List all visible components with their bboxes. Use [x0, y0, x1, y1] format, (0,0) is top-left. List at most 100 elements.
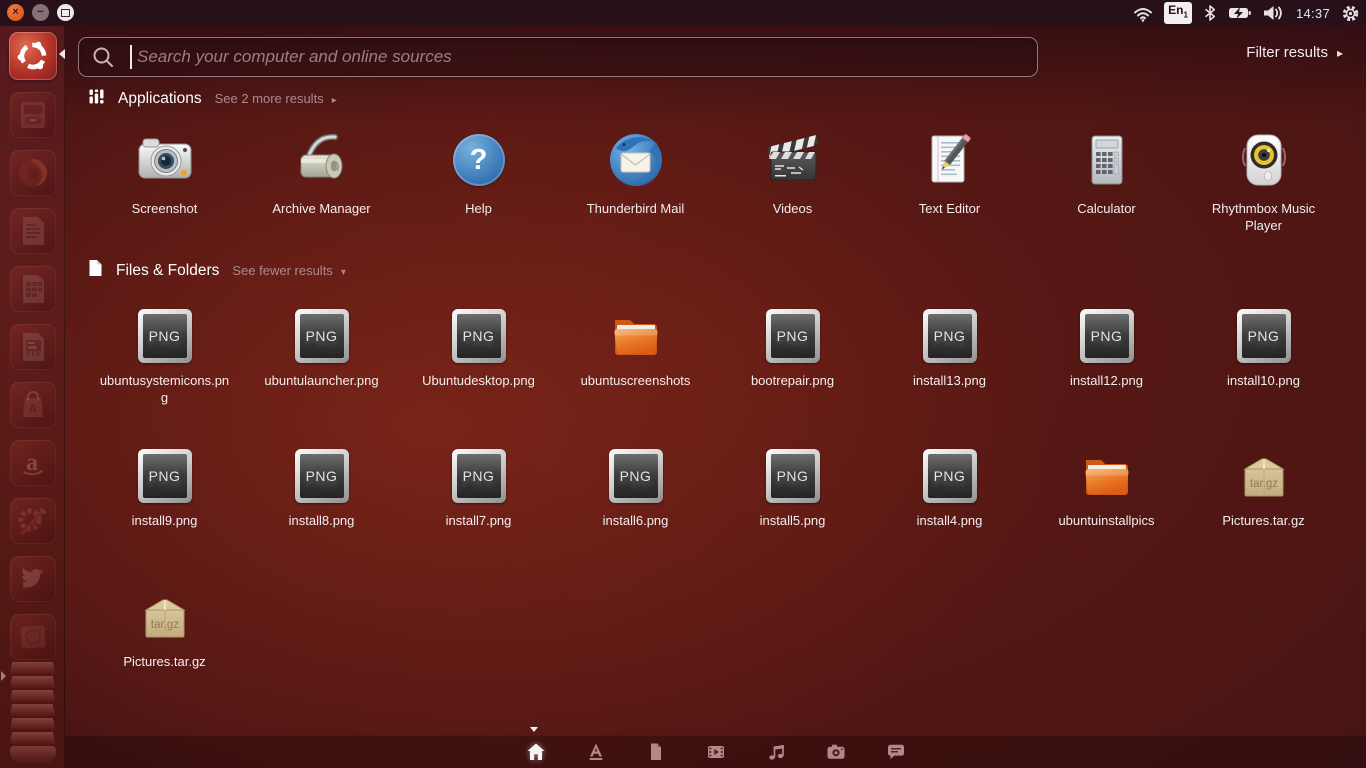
app-result-rhythmbox[interactable]: Rhythmbox Music Player	[1185, 128, 1342, 235]
file-result[interactable]: PNG install12.png	[1028, 308, 1185, 407]
file-result[interactable]: PNG install5.png	[714, 448, 871, 530]
files-expander[interactable]: See fewer results ▾	[232, 263, 345, 278]
result-label: ubuntuscreenshots	[580, 373, 691, 388]
maximize-button[interactable]	[57, 4, 74, 21]
result-label: Text Editor	[918, 201, 981, 216]
ubuntu-dash-button[interactable]	[8, 32, 57, 80]
png-file-icon: PNG	[137, 308, 193, 364]
folder-result[interactable]: ubuntuinstallpics	[1028, 448, 1185, 530]
folder-result[interactable]: ubuntuscreenshots	[557, 308, 714, 407]
launcher-item-amazon[interactable]: a	[9, 440, 56, 486]
filter-results-button[interactable]: Filter results ▸	[1246, 44, 1343, 61]
collapsed-item	[9, 732, 56, 744]
file-result[interactable]: PNG install4.png	[871, 448, 1028, 530]
document-icon	[650, 743, 661, 760]
svg-text:a: a	[26, 450, 38, 476]
unity-launcher: A a	[0, 26, 65, 768]
png-file-icon: PNG	[294, 448, 350, 504]
launcher-collapsed-items[interactable]	[0, 660, 65, 768]
clock[interactable]: 14:37	[1296, 6, 1330, 21]
app-result-archive-manager[interactable]: Archive Manager	[243, 128, 400, 235]
png-badge: PNG	[619, 468, 652, 484]
firefox-icon	[18, 159, 47, 187]
videos-lens-button[interactable]	[705, 741, 727, 763]
result-label: Videos	[772, 201, 813, 216]
launcher-item-files[interactable]	[9, 92, 56, 138]
file-result[interactable]: PNG install13.png	[871, 308, 1028, 407]
applications-section-title: Applications	[118, 90, 202, 107]
app-result-thunderbird[interactable]: Thunderbird Mail	[557, 128, 714, 235]
result-label: Thunderbird Mail	[586, 201, 685, 216]
file-result[interactable]: PNG bootrepair.png	[714, 308, 871, 407]
settings-gear-wrench-icon	[18, 508, 46, 535]
file-result[interactable]: PNG install7.png	[400, 448, 557, 530]
app-result-calculator[interactable]: Calculator	[1028, 128, 1185, 235]
app-result-videos[interactable]: Videos	[714, 128, 871, 235]
launcher-item-sticky-notes[interactable]	[9, 614, 56, 660]
png-file-icon: PNG	[608, 448, 664, 504]
png-badge: PNG	[1247, 328, 1280, 344]
collapsed-item	[9, 676, 56, 688]
png-badge: PNG	[462, 468, 495, 484]
result-label: install7.png	[445, 513, 512, 528]
dash-overlay: Filter results ▸ Applications See 2 more…	[59, 26, 1366, 768]
png-file-icon: PNG	[765, 308, 821, 364]
software-center-bag-icon: A	[22, 391, 43, 417]
wifi-icon[interactable]	[1133, 4, 1153, 22]
music-lens-button[interactable]	[765, 741, 787, 763]
search-input[interactable]	[135, 40, 1019, 74]
app-result-screenshot[interactable]: Screenshot	[86, 128, 243, 235]
top-panel: × − En1 14:37	[0, 0, 1366, 26]
launcher-item-firefox[interactable]	[9, 150, 56, 196]
chat-bubble-icon	[887, 744, 904, 759]
file-result[interactable]: PNG install10.png	[1185, 308, 1342, 407]
result-label: install13.png	[913, 373, 986, 388]
png-file-icon: PNG	[451, 448, 507, 504]
battery-charging-icon[interactable]	[1228, 5, 1252, 21]
applications-expander[interactable]: See 2 more results ▸	[215, 91, 337, 106]
session-gear-icon[interactable]	[1341, 4, 1360, 23]
result-label: ubuntulauncher.png	[264, 373, 379, 388]
system-tray: En1 14:37	[1133, 0, 1360, 26]
applications-lens-button[interactable]	[585, 741, 607, 763]
png-badge: PNG	[305, 468, 338, 484]
file-result[interactable]: PNG install8.png	[243, 448, 400, 530]
launcher-item-libreoffice-impress[interactable]	[9, 324, 56, 370]
applications-a-icon	[589, 743, 602, 760]
launcher-item-libreoffice-writer[interactable]	[9, 208, 56, 254]
launcher-item-system-settings[interactable]	[9, 498, 56, 544]
file-result[interactable]: PNG ubuntusystemicons.png	[86, 308, 243, 407]
volume-icon[interactable]	[1263, 5, 1285, 21]
files-lens-button[interactable]	[645, 741, 667, 763]
launcher-item-twitter[interactable]	[9, 556, 56, 602]
launcher-item-libreoffice-calc[interactable]	[9, 266, 56, 312]
speaker-icon	[1232, 128, 1296, 192]
file-result[interactable]: PNG install6.png	[557, 448, 714, 530]
archive-result[interactable]: tar.gz Pictures.tar.gz	[86, 589, 243, 671]
close-button[interactable]: ×	[7, 4, 24, 21]
photos-lens-button[interactable]	[825, 741, 847, 763]
file-result[interactable]: PNG install9.png	[86, 448, 243, 530]
archive-result[interactable]: tar.gz Pictures.tar.gz	[1185, 448, 1342, 530]
app-result-help[interactable]: ? Help	[400, 128, 557, 235]
app-result-text-editor[interactable]: Text Editor	[871, 128, 1028, 235]
png-file-icon: PNG	[1236, 308, 1292, 364]
trash-item[interactable]	[9, 746, 56, 764]
files-expander-label: See fewer results	[232, 263, 333, 278]
file-result[interactable]: PNG ubuntulauncher.png	[243, 308, 400, 407]
result-label: Ubuntudesktop.png	[422, 373, 535, 388]
collapsed-item	[9, 718, 56, 730]
calculator-icon	[1075, 128, 1139, 192]
launcher-item-software-center[interactable]: A	[9, 382, 56, 428]
result-label: install10.png	[1227, 373, 1300, 388]
keyboard-layout-indicator[interactable]: En1	[1164, 2, 1192, 24]
bluetooth-icon[interactable]	[1203, 4, 1217, 22]
file-result[interactable]: PNG Ubuntudesktop.png	[400, 308, 557, 407]
social-lens-button[interactable]	[885, 741, 907, 763]
dash-pointer-icon	[59, 49, 65, 59]
targz-badge: tar.gz	[150, 619, 178, 631]
minimize-icon: −	[37, 6, 44, 18]
thunderbird-icon	[604, 128, 668, 192]
minimize-button[interactable]: −	[32, 4, 49, 21]
home-lens-button[interactable]	[525, 741, 547, 763]
